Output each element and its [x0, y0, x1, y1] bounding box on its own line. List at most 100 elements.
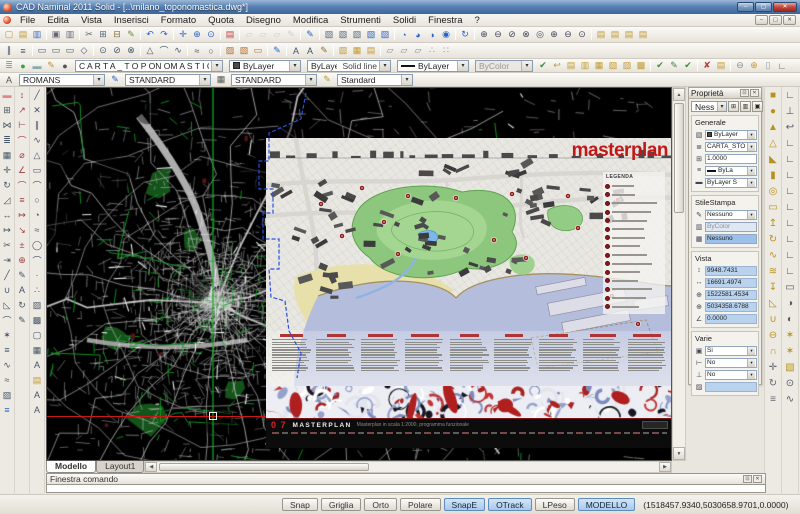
- measure-icon[interactable]: ∴: [425, 44, 439, 57]
- xline-icon[interactable]: ✕: [30, 103, 44, 117]
- prop-ltscale-field[interactable]: 1.0000: [705, 154, 757, 164]
- match-properties-icon[interactable]: ✎: [124, 28, 138, 41]
- zoom-window-icon[interactable]: ⊕: [477, 28, 491, 41]
- annotation-sheet-icon[interactable]: ▯: [761, 59, 775, 72]
- print-icon[interactable]: ▣: [49, 28, 63, 41]
- image-adjust-icon[interactable]: ▧: [237, 44, 251, 57]
- vertical-scroll-thumb[interactable]: [674, 103, 684, 213]
- xref-attach-icon[interactable]: ▱: [397, 44, 411, 57]
- status-griglia-button[interactable]: Griglia: [321, 498, 362, 511]
- text-style-icon[interactable]: A: [2, 73, 16, 86]
- box-solid-icon[interactable]: ■: [766, 88, 781, 103]
- region-icon[interactable]: ▢: [30, 328, 44, 342]
- table-style-dropdown[interactable]: STANDARD ▾: [231, 74, 317, 86]
- zoom-center-icon[interactable]: ⊗: [519, 28, 533, 41]
- trim-icon[interactable]: ✂: [0, 238, 14, 252]
- ucs-object-icon[interactable]: ∟: [783, 152, 798, 167]
- polygon-icon[interactable]: △: [143, 44, 157, 57]
- dim-style-manager-icon[interactable]: ✎: [15, 313, 29, 327]
- sheet-list-icon[interactable]: ▱: [270, 28, 284, 41]
- properties-close-icon[interactable]: ✕: [750, 89, 759, 97]
- layer-manager-icon[interactable]: ≣: [2, 59, 16, 72]
- ucs-origin-icon[interactable]: ∟: [783, 184, 798, 199]
- 3d-rotate-icon[interactable]: ↻: [766, 376, 781, 391]
- spline-icon[interactable]: ≈: [190, 44, 204, 57]
- menu-modifica[interactable]: Modifica: [287, 14, 334, 27]
- mleader-style-icon[interactable]: ✎: [320, 73, 334, 86]
- selection-dropdown[interactable]: Nessuno ▾: [691, 101, 727, 112]
- named-window-icon[interactable]: ▭: [63, 44, 77, 57]
- zoom-scale-icon[interactable]: ⊘: [505, 28, 519, 41]
- spline-draw-icon[interactable]: ≈: [30, 223, 44, 237]
- status-snape-button[interactable]: SnapE: [444, 498, 486, 511]
- status-polare-button[interactable]: Polare: [400, 498, 441, 511]
- zoom-dynamic-icon[interactable]: ⊖: [491, 28, 505, 41]
- zoom-out-icon[interactable]: ⊖: [561, 28, 575, 41]
- view-top-icon[interactable]: ▧: [322, 28, 336, 41]
- ucs-z-axis-icon[interactable]: ∟: [783, 200, 798, 215]
- dim-style-icon[interactable]: ✎: [108, 73, 122, 86]
- chamfer-icon[interactable]: ◺: [0, 298, 14, 312]
- new-icon[interactable]: ▢: [2, 28, 16, 41]
- grips-icon[interactable]: ≡: [0, 403, 14, 417]
- stretch-window-icon[interactable]: ▭: [49, 44, 63, 57]
- extrude-icon[interactable]: ↥: [766, 216, 781, 231]
- paste-icon[interactable]: ⊟: [110, 28, 124, 41]
- layer-on-off-icon[interactable]: ●: [16, 59, 30, 72]
- circle-center-radius-icon[interactable]: ⊙: [96, 44, 110, 57]
- ucs-world-icon[interactable]: ⊥: [783, 104, 798, 119]
- layer-off-icon[interactable]: ▧: [606, 59, 620, 72]
- ucs-face-icon[interactable]: ∟: [783, 136, 798, 151]
- menu-finestra[interactable]: Finestra: [422, 14, 468, 27]
- circle-2point-icon[interactable]: ⊘: [110, 44, 124, 57]
- make-object-layer-current-icon[interactable]: ✔: [536, 59, 550, 72]
- scroll-up-icon[interactable]: ▲: [673, 88, 685, 101]
- status-snap-button[interactable]: Snap: [282, 498, 318, 511]
- dim-linear-icon[interactable]: ↕: [15, 88, 29, 102]
- ellipse-arc-icon[interactable]: ⌒: [30, 253, 44, 267]
- zoom-in-icon[interactable]: ⊕: [547, 28, 561, 41]
- rotate-view-icon[interactable]: ◇: [77, 44, 91, 57]
- mtext-icon[interactable]: A: [30, 358, 44, 372]
- spline-edit-icon[interactable]: ≈: [0, 373, 14, 387]
- redo-icon[interactable]: ↷: [157, 28, 171, 41]
- text-style-dropdown[interactable]: ROMANS ▾: [19, 74, 105, 86]
- divide-icon[interactable]: ∷: [439, 44, 453, 57]
- text-multiline-icon[interactable]: A: [303, 44, 317, 57]
- xref-open-icon[interactable]: ▱: [383, 44, 397, 57]
- break-icon[interactable]: ╱: [0, 268, 14, 282]
- polygon-draw-icon[interactable]: △: [30, 148, 44, 162]
- xref-clip-icon[interactable]: ▱: [411, 44, 425, 57]
- image-clip-icon[interactable]: ▭: [251, 44, 265, 57]
- rotate-icon[interactable]: ↻: [0, 178, 14, 192]
- wipeout-icon[interactable]: ✎: [270, 44, 284, 57]
- dim-diameter-icon[interactable]: ⌀: [15, 148, 29, 162]
- multiline-icon[interactable]: ∥: [30, 118, 44, 132]
- menu-file[interactable]: File: [14, 14, 41, 27]
- cone-solid-icon[interactable]: △: [766, 136, 781, 151]
- misc-field-1[interactable]: Si▾: [705, 346, 757, 356]
- layer-lock-icon[interactable]: ▨: [620, 59, 634, 72]
- orbit-free-icon[interactable]: ◕: [411, 28, 425, 41]
- table-icon[interactable]: ▦: [30, 343, 44, 357]
- layer-state-restore-icon[interactable]: ✔: [681, 59, 695, 72]
- dim-text-edit-icon[interactable]: A: [15, 283, 29, 297]
- hatch-edit-icon[interactable]: ▨: [0, 388, 14, 402]
- table-style-icon[interactable]: ▦: [214, 73, 228, 86]
- status-modello-button[interactable]: MODELLO: [578, 498, 636, 511]
- render-icon[interactable]: ✶: [783, 328, 798, 343]
- polyline-icon[interactable]: ∿: [171, 44, 185, 57]
- view-center-y-field[interactable]: 5034358.6788: [705, 302, 757, 312]
- layer-merge-icon[interactable]: ▤: [714, 59, 728, 72]
- layer-properties-manager-icon[interactable]: ▤: [223, 28, 237, 41]
- view-side-icon[interactable]: ▧: [350, 28, 364, 41]
- hide-icon[interactable]: ◑: [783, 296, 798, 311]
- layer-lock-unlock-icon[interactable]: ✎: [44, 59, 58, 72]
- view-width-field[interactable]: 16691.4974: [705, 278, 757, 288]
- align-icon[interactable]: ≡: [0, 343, 14, 357]
- text-field-icon[interactable]: A: [30, 388, 44, 402]
- revolve-icon[interactable]: ↻: [766, 232, 781, 247]
- layer-state-save-icon[interactable]: ✔: [653, 59, 667, 72]
- menu-inserisci[interactable]: Inserisci: [108, 14, 155, 27]
- sweep-icon[interactable]: ∿: [766, 248, 781, 263]
